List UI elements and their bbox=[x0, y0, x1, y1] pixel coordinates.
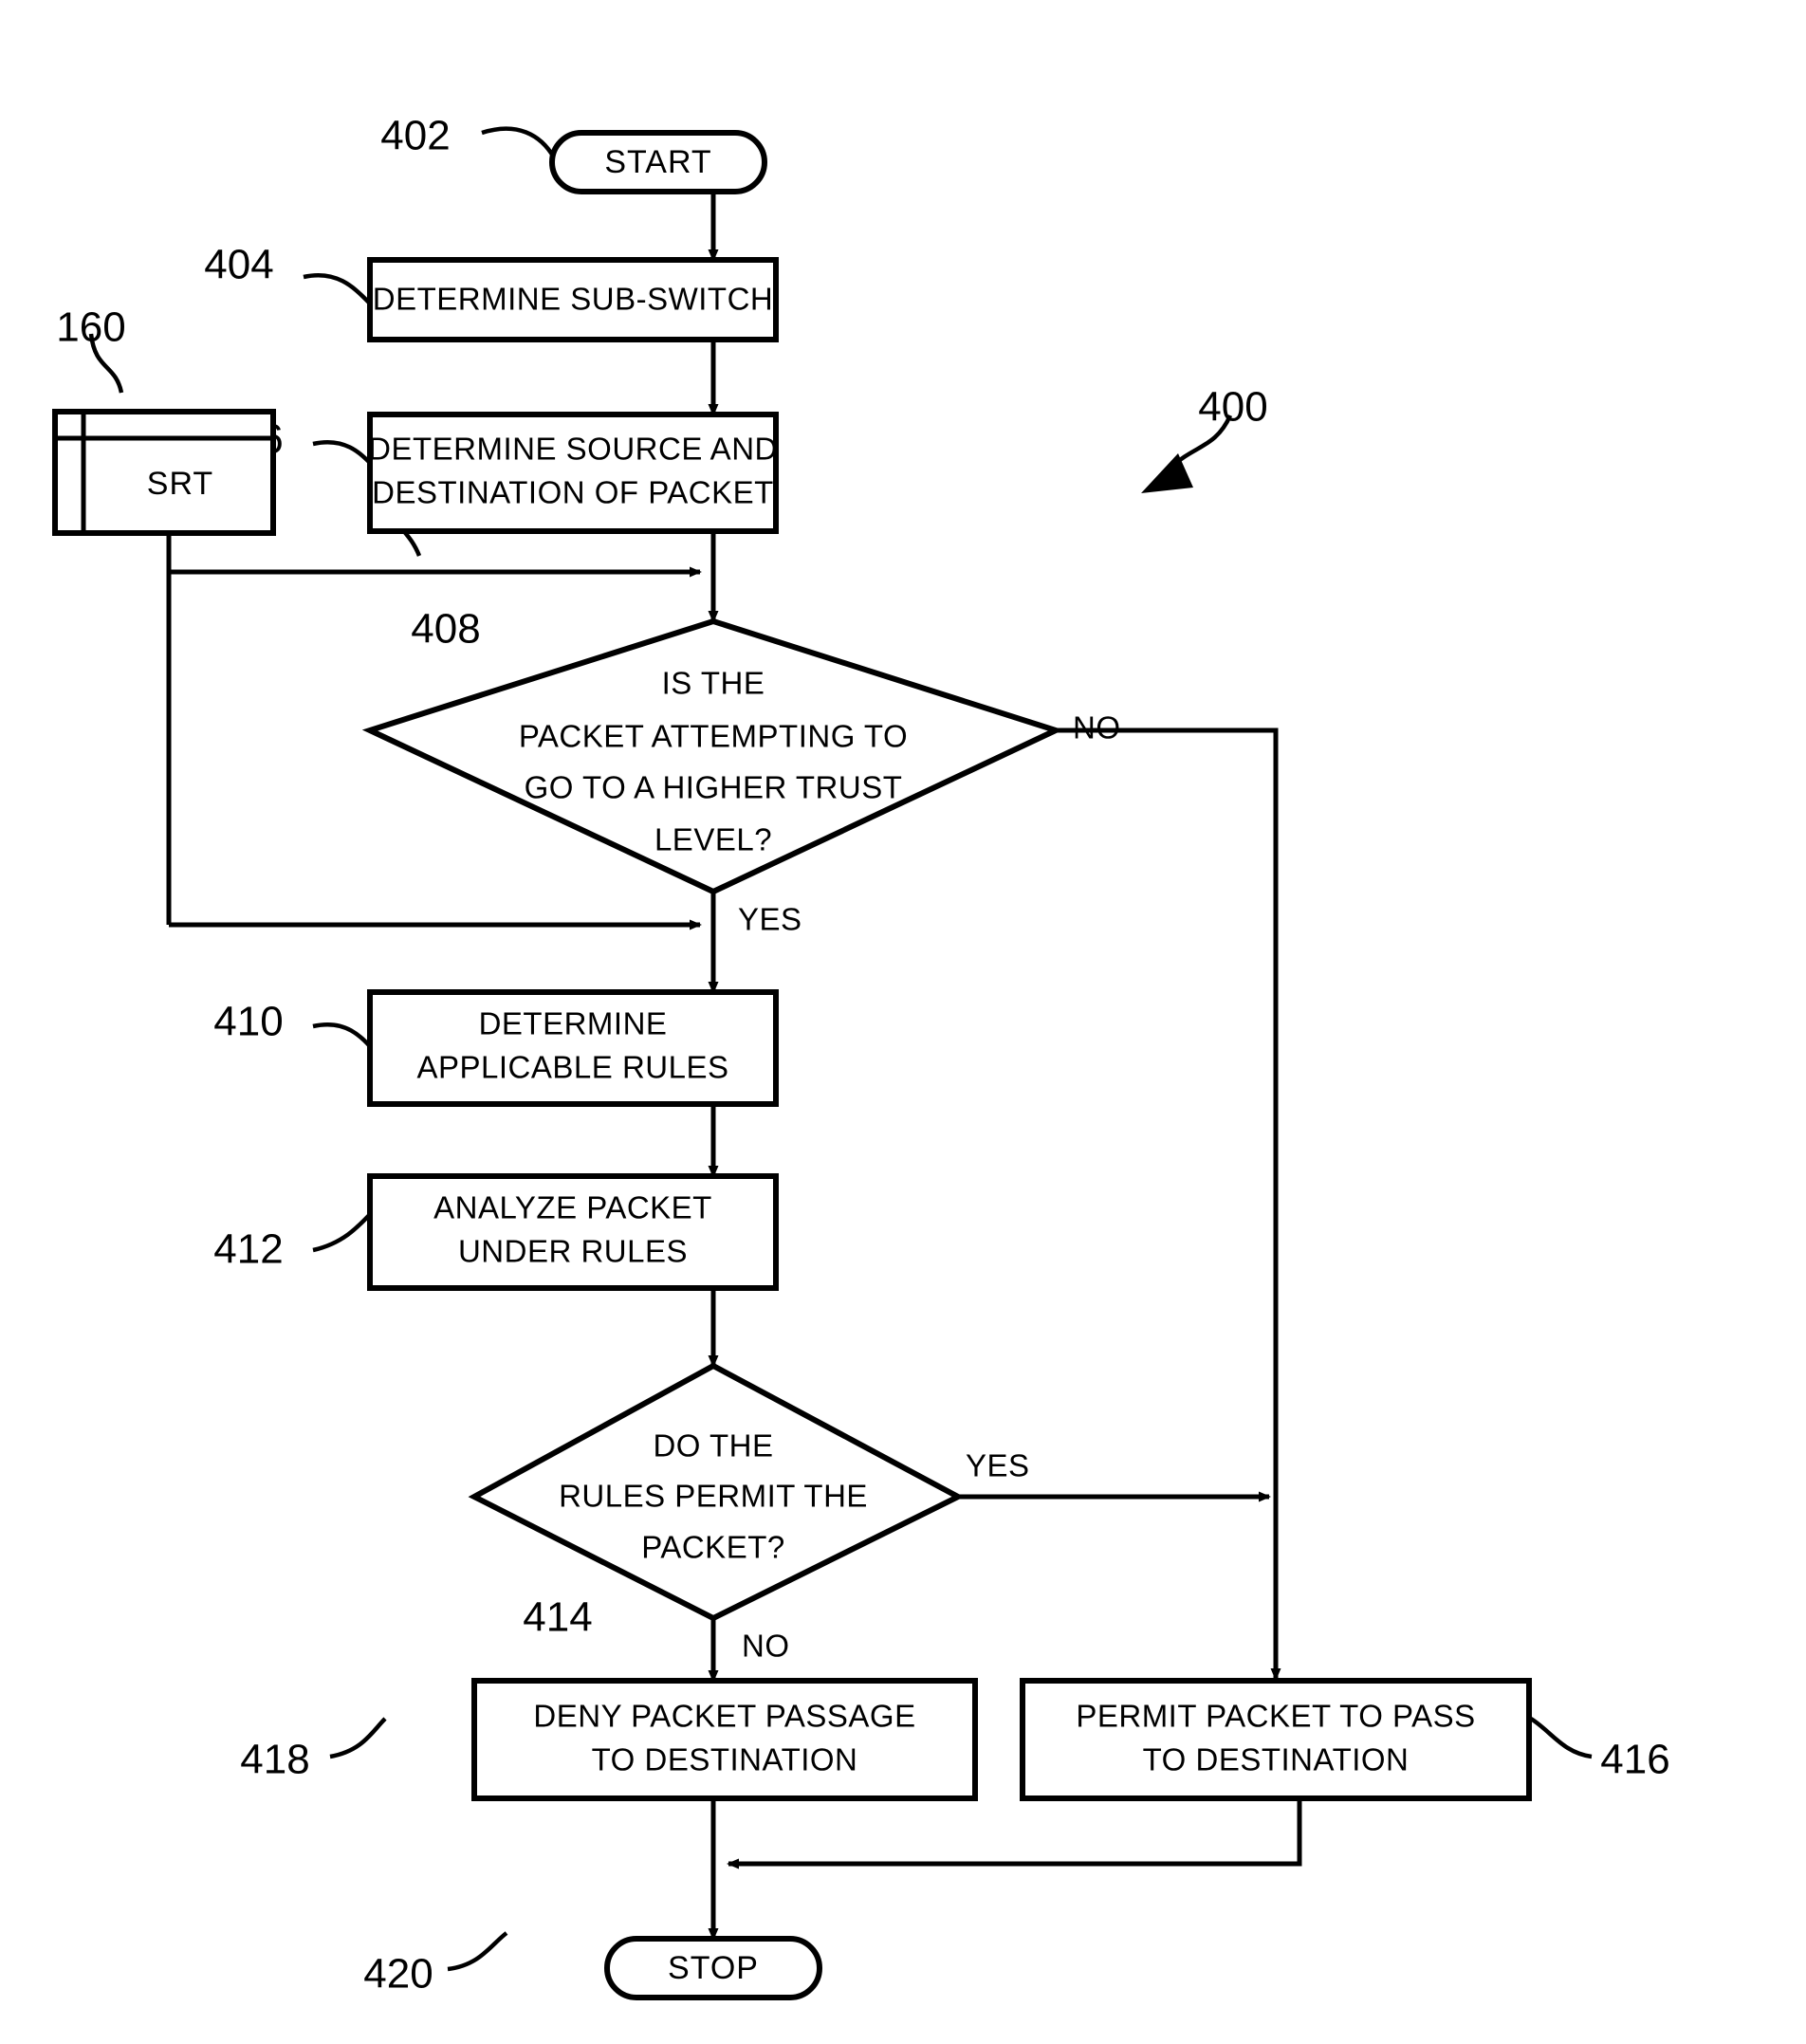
ref-404: 404 bbox=[204, 242, 273, 288]
ref-416: 416 bbox=[1600, 1737, 1669, 1783]
deny-packet-line1: DENY PACKET PASSAGE bbox=[533, 1699, 915, 1734]
ref-410: 410 bbox=[213, 999, 283, 1045]
leader-402 bbox=[481, 126, 556, 159]
ref-412: 412 bbox=[213, 1226, 283, 1273]
branch-label-rules-no: NO bbox=[742, 1629, 790, 1664]
branch-label-trust-no: NO bbox=[1073, 710, 1121, 746]
leader-404 bbox=[303, 273, 372, 305]
branch-label-rules-yes: YES bbox=[966, 1448, 1030, 1483]
start-label: START bbox=[604, 144, 711, 180]
trust-decision-line1: IS THE bbox=[662, 666, 765, 701]
node-srt-table: SRT bbox=[52, 409, 276, 536]
trust-decision-line4: LEVEL? bbox=[654, 822, 772, 857]
leader-420 bbox=[447, 1931, 508, 1972]
edge-408-no-to-416 bbox=[1056, 727, 1281, 1681]
permit-packet-line1: PERMIT PACKET TO PASS bbox=[1076, 1699, 1475, 1734]
node-permit-packet: PERMIT PACKET TO PASS TO DESTINATION bbox=[1020, 1678, 1532, 1801]
ref-420: 420 bbox=[363, 1951, 433, 1998]
node-determine-rules: DETERMINE APPLICABLE RULES bbox=[367, 989, 779, 1107]
deny-packet-line2: TO DESTINATION bbox=[592, 1742, 858, 1777]
determine-rules-line1: DETERMINE bbox=[479, 1006, 668, 1041]
analyze-packet-line1: ANALYZE PACKET bbox=[433, 1190, 712, 1225]
node-rules-decision: DO THE RULES PERMIT THE PACKET? bbox=[468, 1362, 965, 1622]
trust-decision-line3: GO TO A HIGHER TRUST bbox=[525, 770, 903, 805]
node-start: START bbox=[549, 130, 767, 194]
node-determine-sub-switch: DETERMINE SUB-SWITCH bbox=[367, 257, 779, 342]
rules-decision-line3: PACKET? bbox=[641, 1530, 784, 1565]
stop-label: STOP bbox=[668, 1950, 759, 1986]
ref-160: 160 bbox=[56, 304, 125, 351]
figure-canvas: START 402 DETERMINE SUB-SWITCH 404 DETER… bbox=[0, 0, 1806, 2044]
determine-src-dst-line1: DETERMINE SOURCE AND bbox=[368, 432, 778, 467]
rules-decision-line1: DO THE bbox=[653, 1428, 773, 1464]
determine-sub-switch-label: DETERMINE SUB-SWITCH bbox=[373, 282, 774, 317]
ref-400: 400 bbox=[1198, 384, 1267, 431]
permit-packet-line2: TO DESTINATION bbox=[1143, 1742, 1410, 1777]
leader-418 bbox=[329, 1717, 387, 1759]
analyze-packet-line2: UNDER RULES bbox=[458, 1234, 688, 1269]
node-deny-packet: DENY PACKET PASSAGE TO DESTINATION bbox=[471, 1678, 978, 1801]
node-analyze-packet: ANALYZE PACKET UNDER RULES bbox=[367, 1173, 779, 1291]
node-stop: STOP bbox=[604, 1936, 822, 2000]
leader-416 bbox=[1529, 1717, 1593, 1759]
ref-414: 414 bbox=[523, 1594, 592, 1641]
flowchart-svg: START 402 DETERMINE SUB-SWITCH 404 DETER… bbox=[52, 113, 1670, 2000]
determine-rules-line2: APPLICABLE RULES bbox=[417, 1050, 729, 1085]
ref-408: 408 bbox=[411, 606, 480, 653]
ref-402: 402 bbox=[380, 113, 450, 159]
edge-416-to-stop bbox=[727, 1798, 1302, 1869]
trust-decision-line2: PACKET ATTEMPTING TO bbox=[519, 719, 908, 754]
srt-label: SRT bbox=[147, 466, 213, 502]
rules-decision-line2: RULES PERMIT THE bbox=[559, 1479, 868, 1514]
branch-label-trust-yes: YES bbox=[738, 902, 802, 937]
node-determine-src-dst: DETERMINE SOURCE AND DESTINATION OF PACK… bbox=[367, 412, 779, 534]
ref-418: 418 bbox=[240, 1737, 309, 1783]
leader-400-arrowhead bbox=[1141, 453, 1193, 493]
determine-src-dst-line2: DESTINATION OF PACKET bbox=[372, 475, 774, 510]
node-trust-decision: IS THE PACKET ATTEMPTING TO GO TO A HIGH… bbox=[361, 617, 1064, 895]
